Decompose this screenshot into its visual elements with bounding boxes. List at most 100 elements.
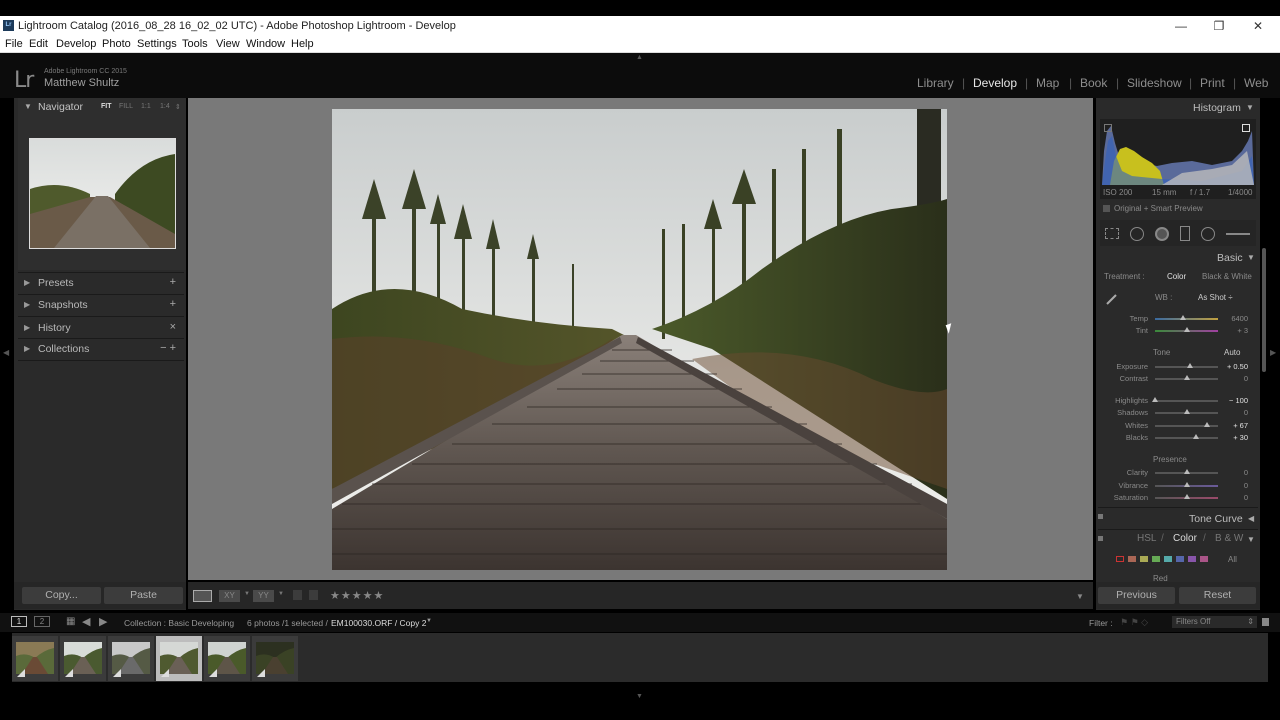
slider-knob[interactable] <box>1183 409 1190 414</box>
slider-knob[interactable] <box>1183 327 1190 332</box>
menu-file[interactable]: File <box>5 38 23 50</box>
panel-presets[interactable]: ▶ Presets + <box>18 274 184 294</box>
filmstrip-thumbnail[interactable] <box>108 636 154 681</box>
color-tab[interactable]: Color <box>1173 533 1197 544</box>
tone-curve-toggle-icon[interactable] <box>1098 514 1103 519</box>
slider-knob[interactable] <box>1183 375 1190 380</box>
slider-value[interactable]: 0 <box>1218 468 1248 477</box>
previous-button[interactable]: Previous <box>1098 587 1175 604</box>
panel-collections[interactable]: ▶ Collections − + <box>18 340 184 360</box>
flag-reject-icon[interactable] <box>309 590 318 600</box>
slider-value[interactable]: 6400 <box>1218 314 1248 323</box>
purple-swatch-icon[interactable] <box>1188 556 1196 562</box>
treatment-black-white[interactable]: Black & White <box>1202 272 1252 281</box>
reset-button[interactable]: Reset <box>1179 587 1256 604</box>
module-web[interactable]: Web <box>1244 76 1268 90</box>
treatment-color[interactable]: Color <box>1167 272 1186 281</box>
slider-value[interactable]: 0 <box>1218 493 1248 502</box>
filename-dropdown-icon[interactable]: ▼ <box>426 618 432 624</box>
graduated-filter-icon[interactable] <box>1180 226 1190 241</box>
navigator-fit[interactable]: FIT <box>101 103 112 110</box>
red-eye-icon[interactable] <box>1155 227 1169 241</box>
filter-preset-select[interactable]: Filters Off ⇕ <box>1172 616 1257 628</box>
spot-removal-icon[interactable] <box>1130 227 1144 241</box>
filmstrip-thumbnail[interactable] <box>12 636 58 681</box>
crop-tool-icon[interactable] <box>1105 228 1119 239</box>
navigator-zoom-stepper-icon[interactable]: ⇕ <box>175 103 181 111</box>
radial-filter-icon[interactable] <box>1201 227 1215 241</box>
slider-knob[interactable] <box>1192 434 1199 439</box>
module-print[interactable]: Print <box>1200 76 1225 90</box>
slider-value[interactable]: + 3 <box>1218 326 1248 335</box>
shadow-clipping-icon[interactable] <box>1104 124 1112 132</box>
panel-snapshots[interactable]: ▶ Snapshots + <box>18 296 184 316</box>
slider-value[interactable]: − 100 <box>1218 396 1248 405</box>
menu-photo[interactable]: Photo <box>102 38 131 50</box>
slider-row-exposure[interactable]: Exposure + 0.50 <box>1090 362 1250 372</box>
before-after-icon[interactable]: XY <box>219 590 240 602</box>
filter-flags-icon[interactable]: ⚑ ⚑ ◇ <box>1120 617 1168 627</box>
swap-dropdown-icon[interactable]: ▼ <box>278 591 284 597</box>
flag-pick-icon[interactable] <box>293 590 302 600</box>
slider-row-whites[interactable]: Whites + 67 <box>1090 421 1250 431</box>
module-map[interactable]: Map <box>1036 76 1059 90</box>
before-after-dropdown-icon[interactable]: ▼ <box>244 591 250 597</box>
filter-lock-icon[interactable] <box>1262 618 1269 626</box>
module-library[interactable]: Library <box>917 76 954 90</box>
left-panel-collapse-icon[interactable]: ◀ <box>3 348 9 357</box>
slider-value[interactable]: + 67 <box>1218 421 1248 430</box>
slider-row-shadows[interactable]: Shadows 0 <box>1090 408 1250 418</box>
slider-row-clarity[interactable]: Clarity 0 <box>1090 468 1250 478</box>
slider-row-temp[interactable]: Temp 6400 <box>1090 314 1250 324</box>
adjustment-brush-icon[interactable] <box>1226 233 1250 235</box>
slider-value[interactable]: 0 <box>1218 481 1248 490</box>
menu-settings[interactable]: Settings <box>137 38 177 50</box>
collapse-top-arrow-icon[interactable]: ▲ <box>636 54 643 61</box>
paste-settings-button[interactable]: Paste <box>104 587 183 604</box>
slider-value[interactable]: 0 <box>1218 408 1248 417</box>
main-photo[interactable] <box>332 109 947 570</box>
slider-row-vibrance[interactable]: Vibrance 0 <box>1090 481 1250 491</box>
slider-knob[interactable] <box>1204 422 1211 427</box>
selected-filename[interactable]: EM100030.ORF / Copy 2 <box>331 618 426 628</box>
hsl-toggle-icon[interactable] <box>1098 536 1103 541</box>
menu-tools[interactable]: Tools <box>182 38 208 50</box>
menu-window[interactable]: Window <box>246 38 285 50</box>
slider-row-contrast[interactable]: Contrast 0 <box>1090 374 1250 384</box>
loupe-view-icon[interactable] <box>193 590 212 602</box>
slider-knob[interactable] <box>1183 494 1190 499</box>
green-swatch-icon[interactable] <box>1152 556 1160 562</box>
slider-value[interactable]: + 0.50 <box>1218 362 1248 371</box>
tone-auto-button[interactable]: Auto <box>1224 348 1240 357</box>
slider-track[interactable] <box>1155 318 1218 320</box>
slider-row-tint[interactable]: Tint + 3 <box>1090 326 1250 336</box>
basic-collapse-icon[interactable]: ▼ <box>1247 253 1255 262</box>
back-arrow-icon[interactable]: ◀ <box>82 615 90 628</box>
close-button[interactable]: ✕ <box>1243 18 1273 34</box>
slider-value[interactable]: 0 <box>1218 374 1248 383</box>
menu-develop[interactable]: Develop <box>56 38 96 50</box>
slider-knob[interactable] <box>1183 469 1190 474</box>
module-slideshow[interactable]: Slideshow <box>1127 76 1182 90</box>
filmstrip-thumbnail[interactable] <box>204 636 250 681</box>
navigator-fill[interactable]: FILL <box>119 103 133 110</box>
collapse-bottom-arrow-icon[interactable]: ▼ <box>636 693 643 700</box>
histogram-collapse-icon[interactable]: ▼ <box>1246 103 1254 112</box>
before-after-swap-icon[interactable]: YY <box>253 590 274 602</box>
restore-button[interactable]: ❐ <box>1204 18 1234 34</box>
slider-knob[interactable] <box>1183 482 1190 487</box>
filmstrip-thumbnail[interactable] <box>60 636 106 681</box>
forward-arrow-icon[interactable]: ▶ <box>99 615 107 628</box>
history-clear-icon[interactable]: × <box>170 321 176 333</box>
filmstrip-thumbnail[interactable] <box>156 636 202 681</box>
slider-value[interactable]: + 30 <box>1218 433 1248 442</box>
slider-knob[interactable] <box>1180 315 1187 320</box>
star-rating[interactable]: ★★★★★ <box>330 589 384 602</box>
red-swatch-icon[interactable] <box>1116 556 1124 562</box>
slider-row-saturation[interactable]: Saturation 0 <box>1090 493 1250 503</box>
slider-row-blacks[interactable]: Blacks + 30 <box>1090 433 1250 443</box>
collection-source[interactable]: Collection : Basic Developing <box>124 618 234 628</box>
highlight-clipping-icon[interactable] <box>1242 124 1250 132</box>
wb-eyedropper-icon[interactable] <box>1105 293 1118 306</box>
slider-track[interactable] <box>1155 400 1218 402</box>
